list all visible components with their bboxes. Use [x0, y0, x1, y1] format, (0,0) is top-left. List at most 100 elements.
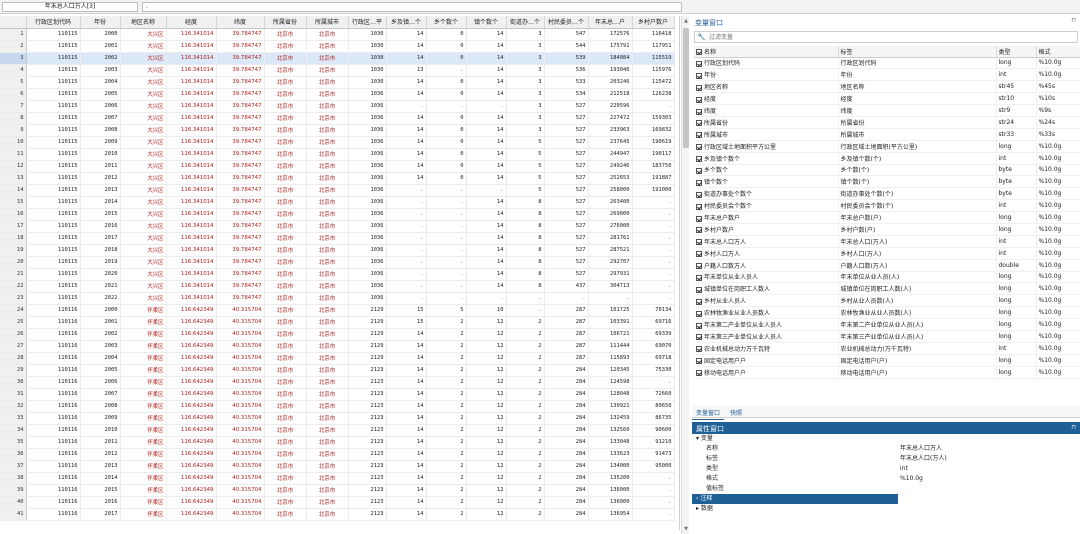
variable-name[interactable]: 户籍人口数万人 — [694, 259, 839, 272]
table-row[interactable]: 24 110116 2000 怀柔区 116.642349 40.315704 北京市 北京市… — [0, 304, 675, 317]
table-row[interactable]: 25 110116 2001 怀柔区 116.642349 40.315704 北京市 北京市… — [0, 316, 675, 329]
row-number[interactable]: 1 — [0, 28, 27, 41]
table-row[interactable]: 16 110115 2015 大兴区 116.341014 39.784747 北京市 北京市… — [0, 208, 675, 221]
table-cell[interactable]: 北京市 — [264, 124, 307, 137]
variable-type[interactable]: long — [996, 366, 1037, 379]
table-cell[interactable]: 126238 — [632, 88, 675, 101]
table-cell[interactable]: 203246 — [588, 76, 633, 89]
table-cell[interactable]: 116.341014 — [166, 220, 217, 233]
variable-type[interactable]: int — [996, 247, 1037, 260]
variable-format[interactable]: %10.0g — [1036, 259, 1080, 272]
table-cell[interactable]: 5 — [506, 184, 545, 197]
table-cell[interactable]: 大兴区 — [120, 100, 167, 113]
table-cell[interactable]: . — [632, 484, 675, 497]
variable-checkbox[interactable] — [696, 370, 702, 377]
table-row[interactable]: 8 110115 2007 大兴区 116.341014 39.784747 北京市 北京市 1… — [0, 112, 675, 125]
table-cell[interactable]: 110116 — [26, 460, 81, 473]
table-cell[interactable]: 2 — [426, 316, 467, 329]
table-cell[interactable]: 284 — [544, 436, 589, 449]
table-cell[interactable]: 116.341014 — [166, 124, 217, 137]
table-cell[interactable]: 527 — [544, 208, 589, 221]
group-data[interactable]: ▸ 数据 — [692, 504, 1080, 514]
table-cell[interactable]: 2 — [506, 472, 545, 485]
table-cell[interactable]: 101725 — [588, 304, 633, 317]
table-cell[interactable]: 14 — [386, 412, 427, 425]
variable-format[interactable]: %45s — [1036, 80, 1080, 94]
table-cell[interactable]: . — [426, 256, 467, 269]
variable-type[interactable]: byte — [996, 187, 1037, 201]
variable-row[interactable]: 镇个数个 镇个数(个) byte %10.0g — [694, 175, 1080, 189]
table-cell[interactable]: 40.315704 — [216, 328, 265, 341]
table-cell[interactable]: 2129 — [348, 352, 387, 365]
table-cell[interactable]: 284 — [544, 400, 589, 413]
table-cell[interactable]: 2008 — [80, 124, 121, 137]
variable-column-header[interactable]: 格式 — [1036, 46, 1080, 58]
table-cell[interactable]: 39.784747 — [216, 292, 265, 305]
table-cell[interactable]: . — [386, 196, 427, 209]
table-cell[interactable]: . — [632, 220, 675, 233]
table-cell[interactable]: 0 — [426, 136, 467, 149]
table-cell[interactable]: 2016 — [80, 220, 121, 233]
table-cell[interactable]: 547 — [544, 28, 589, 41]
table-cell[interactable]: 北京市 — [306, 352, 349, 365]
table-cell[interactable]: 292707 — [588, 256, 633, 269]
variable-checkbox[interactable] — [696, 274, 702, 281]
variable-row[interactable]: 户籍人口数万人 户籍人口数(万人) double %10.0g — [694, 259, 1080, 272]
table-cell[interactable]: 0 — [426, 52, 467, 65]
table-cell[interactable]: 116.642349 — [166, 328, 217, 341]
table-cell[interactable]: 北京市 — [264, 28, 307, 41]
variable-row[interactable]: 年末第二产业单位从业人员人 年末第二产业单位从业人员(人) long %10.0g — [694, 318, 1080, 331]
table-cell[interactable]: 39.784747 — [216, 208, 265, 221]
table-cell[interactable]: 北京市 — [264, 292, 307, 305]
table-cell[interactable]: 北京市 — [306, 244, 349, 257]
variable-format[interactable]: %10.0g — [1036, 235, 1080, 248]
variable-checkbox[interactable] — [696, 346, 702, 353]
table-cell[interactable]: 北京市 — [264, 280, 307, 293]
table-cell[interactable]: . — [386, 244, 427, 257]
variable-filter[interactable]: 🔧 — [694, 31, 1078, 43]
column-header[interactable]: 经度 — [166, 16, 217, 29]
table-cell[interactable]: 116.642349 — [166, 424, 217, 437]
table-cell[interactable]: 怀柔区 — [120, 448, 167, 461]
table-cell[interactable]: 北京市 — [306, 364, 349, 377]
table-row[interactable]: 32 110116 2008 怀柔区 116.642349 40.315704 北京市 北京市… — [0, 400, 675, 413]
table-cell[interactable]: 北京市 — [306, 40, 349, 53]
table-cell[interactable]: 2 — [506, 484, 545, 497]
variable-name[interactable]: 年份 — [694, 68, 839, 82]
table-cell[interactable]: 14 — [386, 460, 427, 473]
table-cell[interactable]: 2009 — [80, 136, 121, 149]
table-cell[interactable]: 3 — [506, 112, 545, 125]
table-cell[interactable]: 大兴区 — [120, 196, 167, 209]
table-row[interactable]: 33 110116 2009 怀柔区 116.642349 40.315704 北京市 北京市… — [0, 412, 675, 425]
table-cell[interactable]: 2 — [426, 352, 467, 365]
table-cell[interactable]: 2 — [426, 328, 467, 341]
table-cell[interactable]: 大兴区 — [120, 292, 167, 305]
tab-snapshots[interactable]: 快照 — [726, 406, 746, 419]
table-row[interactable]: 9 110115 2008 大兴区 116.341014 39.784747 北京市 北京市 1… — [0, 124, 675, 137]
table-cell[interactable]: 2019 — [80, 256, 121, 269]
table-cell[interactable]: 116.341014 — [166, 268, 217, 281]
table-cell[interactable]: . — [386, 184, 427, 197]
table-cell[interactable]: . — [426, 244, 467, 257]
row-number[interactable]: 26 — [0, 328, 27, 341]
table-cell[interactable]: . — [632, 508, 675, 521]
table-cell[interactable]: 14 — [466, 40, 507, 53]
table-cell[interactable]: 116.341014 — [166, 28, 217, 41]
variable-checkbox[interactable] — [696, 179, 702, 186]
table-cell[interactable]: 1036 — [348, 244, 387, 257]
table-cell[interactable]: 北京市 — [264, 136, 307, 149]
table-cell[interactable]: 304713 — [588, 280, 633, 293]
variable-checkbox[interactable] — [696, 215, 702, 222]
table-cell[interactable]: . — [386, 220, 427, 233]
table-cell[interactable]: 14 — [466, 160, 507, 173]
table-cell[interactable]: 北京市 — [264, 424, 307, 437]
table-cell[interactable]: 14 — [386, 340, 427, 353]
row-number[interactable]: 27 — [0, 340, 27, 353]
variable-row[interactable]: 城镇单位在岗职工人数人 城镇单位在岗职工人数(人) long %10.0g — [694, 282, 1080, 296]
table-cell[interactable]: 116.341014 — [166, 184, 217, 197]
table-cell[interactable]: 287 — [544, 340, 589, 353]
table-cell[interactable]: 111444 — [588, 340, 633, 353]
variable-row[interactable]: 固定电话用户户 固定电话用户(户) long %10.0g — [694, 354, 1080, 367]
table-cell[interactable]: 40.315704 — [216, 496, 265, 509]
table-cell[interactable]: 527 — [544, 268, 589, 281]
